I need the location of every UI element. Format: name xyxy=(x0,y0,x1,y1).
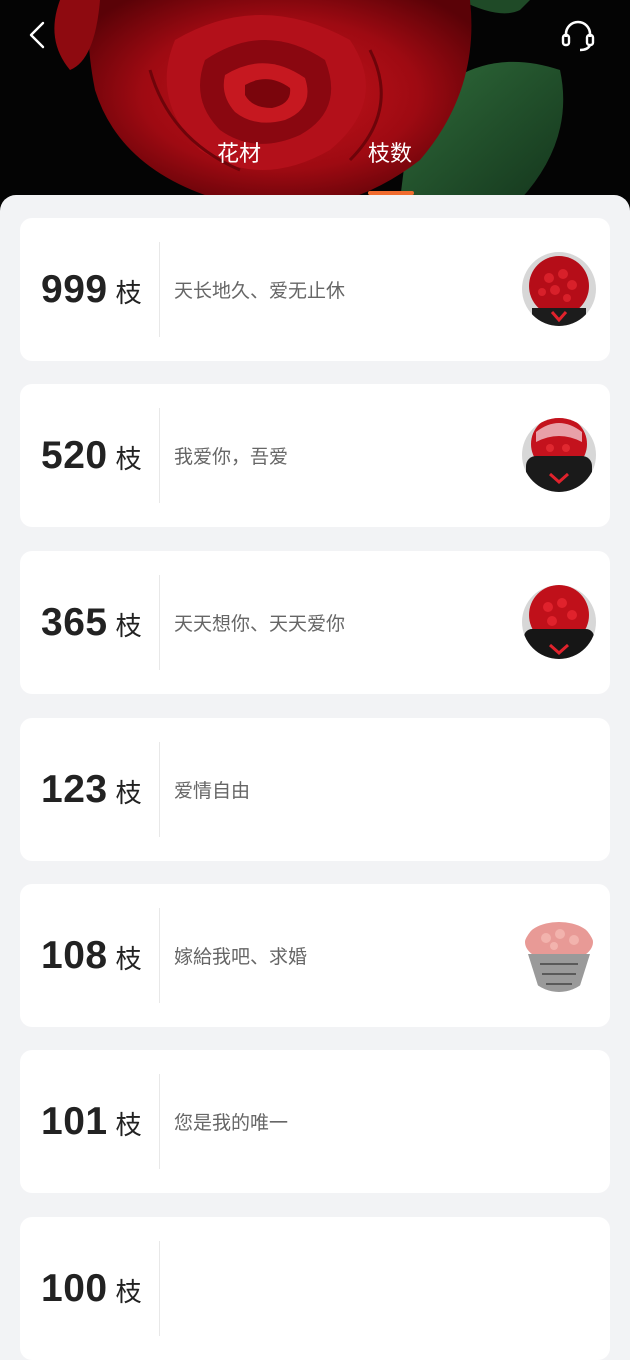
count-number: 108 xyxy=(41,933,108,977)
count-unit: 枝 xyxy=(115,1111,142,1141)
divider xyxy=(159,242,160,337)
count-unit: 枝 xyxy=(115,279,142,309)
stem-count: 108 枝 xyxy=(41,884,142,1027)
divider xyxy=(159,1074,160,1169)
item-description: 天长地久、爱无止休 xyxy=(174,280,346,302)
item-description: 嫁給我吧、求婚 xyxy=(174,946,308,968)
customer-service-button[interactable] xyxy=(560,18,604,62)
count-number: 123 xyxy=(41,767,108,811)
bouquet-thumbnail xyxy=(522,418,596,492)
bouquet-thumbnail xyxy=(522,918,596,992)
stem-count: 100 枝 xyxy=(41,1217,142,1360)
divider xyxy=(159,408,160,503)
headset-icon xyxy=(561,20,595,52)
stem-count: 365 枝 xyxy=(41,551,142,694)
stem-count: 520 枝 xyxy=(41,384,142,527)
bouquet-thumbnail xyxy=(522,585,596,659)
count-number: 520 xyxy=(41,433,108,477)
count-unit: 枝 xyxy=(115,1278,142,1308)
divider xyxy=(159,1241,160,1336)
item-description: 您是我的唯一 xyxy=(174,1112,289,1134)
list-item-520[interactable]: 520 枝 我爱你，吾爱 xyxy=(20,384,610,527)
count-unit: 枝 xyxy=(115,445,142,475)
stem-count: 123 枝 xyxy=(41,718,142,861)
chevron-left-icon xyxy=(29,21,45,49)
list-item-100[interactable]: 100 枝 xyxy=(20,1217,610,1360)
back-button[interactable] xyxy=(28,20,68,60)
list-item-108[interactable]: 108 枝 嫁給我吧、求婚 xyxy=(20,884,610,1027)
count-number: 101 xyxy=(41,1099,108,1143)
tab-stem-count[interactable]: 枝数 xyxy=(345,138,435,172)
item-description: 爱情自由 xyxy=(174,780,251,802)
divider xyxy=(159,575,160,670)
item-description: 我爱你，吾爱 xyxy=(174,446,289,468)
tab-bar: 花材 枝数 xyxy=(0,138,630,188)
count-number: 100 xyxy=(41,1266,108,1310)
item-description: 天天想你、天天爱你 xyxy=(174,613,346,635)
list-item-101[interactable]: 101 枝 您是我的唯一 xyxy=(20,1050,610,1193)
count-unit: 枝 xyxy=(115,945,142,975)
stem-count: 999 枝 xyxy=(41,218,142,361)
count-number: 999 xyxy=(41,267,108,311)
count-unit: 枝 xyxy=(115,779,142,809)
tab-flower-material[interactable]: 花材 xyxy=(194,138,284,172)
divider xyxy=(159,742,160,837)
list-item-123[interactable]: 123 枝 爱情自由 xyxy=(20,718,610,861)
count-number: 365 xyxy=(41,600,108,644)
divider xyxy=(159,908,160,1003)
stem-count: 101 枝 xyxy=(41,1050,142,1193)
list-item-365[interactable]: 365 枝 天天想你、天天爱你 xyxy=(20,551,610,694)
bouquet-thumbnail xyxy=(522,252,596,326)
count-unit: 枝 xyxy=(115,612,142,642)
list-item-999[interactable]: 999 枝 天长地久、爱无止休 xyxy=(20,218,610,361)
